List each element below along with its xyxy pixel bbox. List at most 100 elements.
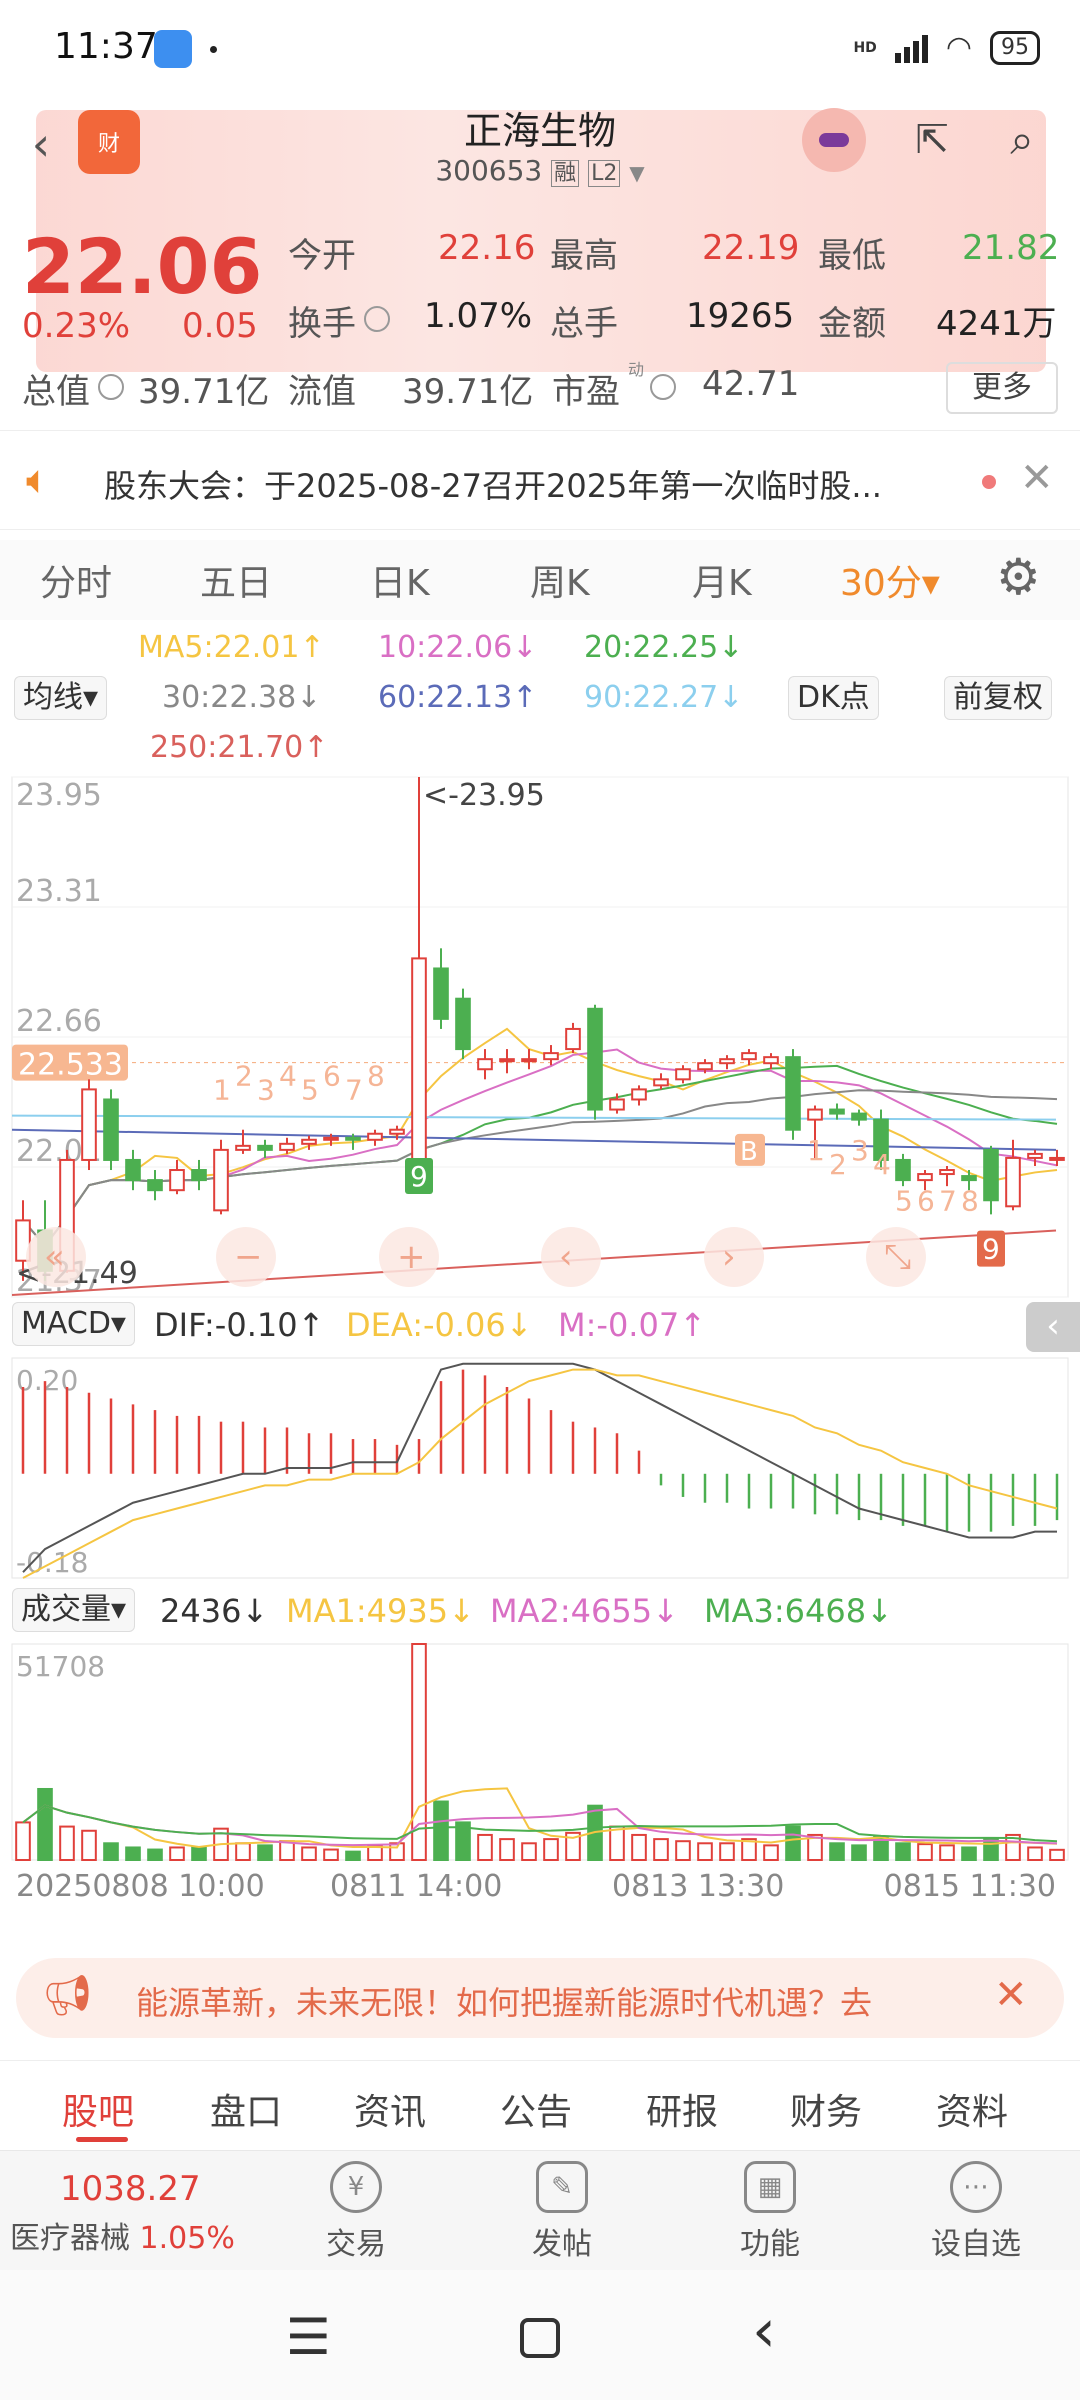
volume-label: 总手 (550, 304, 618, 344)
candle-body (147, 1179, 163, 1192)
volume-value: 19265 (686, 296, 795, 336)
home-icon[interactable] (520, 2318, 560, 2358)
macd-selector[interactable]: MACD▾ (12, 1302, 135, 1346)
sector-index[interactable]: 1038.27 医疗器械 1.05% (10, 2169, 250, 2257)
volume-bar (125, 1846, 141, 1862)
tab-finance[interactable]: 财务 (790, 2083, 862, 2135)
volume-bar (147, 1848, 163, 1862)
volume-bar (499, 1838, 515, 1862)
tab-daily-k[interactable]: 日K (370, 554, 430, 606)
current-price-label: 22.533 (18, 1048, 123, 1083)
share-icon[interactable]: ⇱ (900, 108, 964, 172)
volume-bar (609, 1825, 625, 1861)
announcement-bar[interactable]: 🔈︎ 股东大会：于2025-08-27召开2025年第一次临时股... ✕ (0, 430, 1080, 530)
chart-control-glyph: « (44, 1237, 65, 1277)
high-value: 22.19 (702, 228, 800, 268)
seq-marker: 5 (301, 1073, 319, 1106)
promo-text[interactable]: 能源革新，未来无限！如何把握新能源时代机遇？去 (136, 1978, 872, 2024)
tab-announcement[interactable]: 公告 (500, 2083, 572, 2135)
bottom-toolbar: 1038.27 医疗器械 1.05% ¥ 交易 ✎ 发帖 ▦ 功能 ⋯ 设自选 (0, 2150, 1080, 2270)
candle-body (257, 1144, 273, 1151)
chart-control-glyph: + (397, 1237, 426, 1277)
collapse-arrow-icon[interactable]: ‹ (1026, 1302, 1080, 1352)
candle-body (103, 1098, 119, 1161)
candle-body (433, 967, 449, 1020)
pe-superscript: 动 (628, 360, 645, 379)
high-label: 最高 (550, 236, 618, 276)
candle-body (741, 1052, 757, 1061)
tab-weekly-k[interactable]: 周K (530, 554, 590, 606)
chevron-down-icon[interactable]: ▼ (629, 161, 644, 185)
fq-button[interactable]: 前复权 (944, 676, 1052, 720)
vol-ma2: MA2:4655↓ (490, 1592, 679, 1630)
volume-bar (763, 1844, 779, 1861)
tab-news[interactable]: 资讯 (354, 2083, 426, 2135)
volume-bar (345, 1850, 361, 1861)
candle-body (631, 1088, 647, 1101)
battery-icon: 95 (990, 30, 1040, 65)
candle-body (125, 1158, 141, 1182)
vol-ma3: MA3:6468↓ (704, 1592, 893, 1630)
volume-legend: 成交量▾ 2436↓ MA1:4935↓ MA2:4655↓ MA3:6468↓ (0, 1586, 1080, 1642)
chart-control-glyph: ‹ (559, 1237, 573, 1277)
open-label: 今开 (288, 236, 356, 276)
trade-icon: ¥ (330, 2161, 382, 2213)
volume-bar (521, 1842, 537, 1861)
trade-button[interactable]: ¥ 交易 (286, 2161, 426, 2263)
tab-pankou[interactable]: 盘口 (210, 2083, 282, 2135)
dea-value: DEA:-0.06↓ (346, 1306, 533, 1344)
seq-marker: 6 (323, 1059, 341, 1092)
ma-selector[interactable]: 均线▾ (14, 676, 108, 720)
volume-bar (829, 1842, 845, 1861)
app-notification-icon (154, 30, 192, 68)
tab-intraday[interactable]: 分时 (40, 554, 112, 606)
info-icon[interactable] (98, 374, 124, 400)
menu-icon[interactable]: ☰ (286, 2308, 331, 2366)
candle-body (389, 1128, 405, 1135)
candle-body (785, 1056, 801, 1131)
more-button[interactable]: 更多 (946, 362, 1058, 414)
tab-five-day[interactable]: 五日 (200, 554, 272, 606)
macd-legend: MACD▾ DIF:-0.10↑ DEA:-0.06↓ M:-0.07↑ ‹ (0, 1300, 1080, 1356)
announcement-text[interactable]: 股东大会：于2025-08-27召开2025年第一次临时股... (104, 461, 882, 507)
y-tick-label: 23.31 (16, 874, 102, 909)
status-bar: 11:37 HD ◠ 95 (0, 0, 1080, 100)
back-icon[interactable]: ‹ (752, 2296, 776, 2366)
seq-marker: 2 (829, 1148, 847, 1181)
post-button[interactable]: ✎ 发帖 (492, 2161, 632, 2263)
function-button[interactable]: ▦ 功能 (700, 2161, 840, 2263)
dk-point-button[interactable]: DK点 (788, 676, 879, 720)
close-icon[interactable]: ✕ (1020, 455, 1054, 501)
volume-bar (191, 1846, 207, 1862)
volume-selector[interactable]: 成交量▾ (12, 1588, 136, 1632)
volume-bar (895, 1842, 911, 1861)
mktcap-label: 总值 (22, 372, 90, 412)
candle-body (345, 1136, 361, 1141)
tab-guba[interactable]: 股吧 (62, 2083, 134, 2135)
ma90-value: 90:22.27↓ (584, 680, 744, 715)
max-price-label: <-23.95 (423, 778, 545, 813)
trade-label: 交易 (326, 2227, 386, 2262)
promo-banner[interactable]: 📢︎ 能源革新，未来无限！如何把握新能源时代机遇？去 ✕ (16, 1958, 1064, 2038)
add-watchlist-button[interactable]: ⋯ 设自选 (906, 2161, 1046, 2263)
candle-body (763, 1056, 779, 1065)
candle-body (191, 1169, 207, 1182)
close-icon[interactable]: ✕ (994, 1972, 1028, 2018)
ma20-line (22, 1064, 1058, 1248)
candle-body (851, 1112, 867, 1121)
tab-profile[interactable]: 资料 (936, 2083, 1008, 2135)
search-icon[interactable]: ⌕ (990, 108, 1054, 172)
pe-value: 42.71 (702, 364, 800, 404)
settings-gear-icon[interactable]: ⚙ (996, 548, 1041, 606)
open-value: 22.16 (438, 228, 536, 268)
ma30-value: 30:22.38↓ (162, 680, 322, 715)
candle-body (653, 1078, 669, 1087)
tab-30min[interactable]: 30分▾ (840, 554, 940, 606)
assistant-avatar-icon[interactable] (802, 108, 866, 172)
tab-research[interactable]: 研报 (646, 2083, 718, 2135)
info-icon[interactable] (364, 306, 390, 332)
tab-monthly-k[interactable]: 月K (692, 554, 752, 606)
nine-marker: 9 (410, 1160, 428, 1193)
info-icon[interactable] (650, 374, 676, 400)
ma20-value: 20:22.25↓ (584, 630, 744, 665)
